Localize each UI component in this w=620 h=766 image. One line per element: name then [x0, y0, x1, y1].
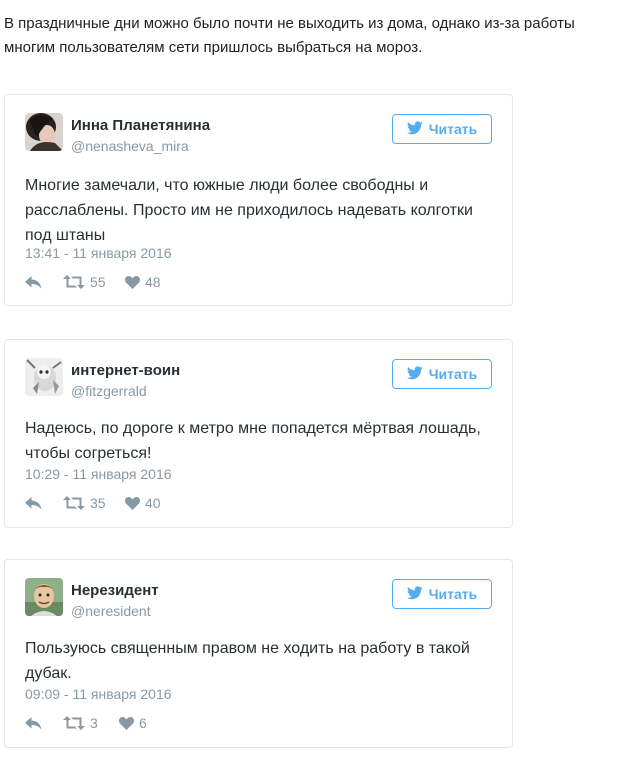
- tweet-text: Надеюсь, по дороге к метро мне попадется…: [25, 420, 481, 462]
- follow-label: Читать: [428, 366, 478, 382]
- follow-label: Читать: [428, 121, 478, 137]
- user-handle[interactable]: @neresident: [71, 603, 151, 619]
- retweet-icon: [63, 496, 85, 510]
- tweet-text: Пользуюсь священным правом не ходить на …: [25, 640, 470, 682]
- tweet-actions: 35 40: [25, 495, 161, 511]
- tweet-card: интернет-воин @fitzgerrald Читать Надеюс…: [4, 339, 513, 528]
- user-name[interactable]: Нерезидент: [71, 582, 159, 599]
- twitter-bird-icon: [406, 365, 423, 383]
- follow-label: Читать: [428, 586, 478, 602]
- follow-button[interactable]: Читать: [392, 114, 492, 144]
- reply-button[interactable]: [25, 716, 63, 730]
- like-count: 6: [139, 715, 147, 731]
- retweet-button[interactable]: 35: [63, 495, 125, 511]
- article-intro-text: В праздничные дни можно было почти не вы…: [4, 15, 575, 56]
- reply-button[interactable]: [25, 496, 63, 510]
- retweet-count: 3: [90, 715, 98, 731]
- like-button[interactable]: 6: [119, 715, 147, 731]
- tweet-timestamp[interactable]: 13:41 - 11 января 2016: [25, 245, 172, 261]
- heart-icon: [125, 496, 140, 510]
- avatar[interactable]: [25, 113, 63, 151]
- tweet-card: Инна Планетянина @nenasheva_mira Читать …: [4, 94, 513, 306]
- like-button[interactable]: 40: [125, 495, 161, 511]
- tweet-actions: 55 48: [25, 274, 161, 290]
- reply-icon: [25, 716, 42, 730]
- heart-icon: [119, 716, 134, 730]
- user-handle[interactable]: @nenasheva_mira: [71, 138, 189, 154]
- like-count: 48: [145, 274, 161, 290]
- twitter-bird-icon: [406, 585, 423, 603]
- like-button[interactable]: 48: [125, 274, 161, 290]
- follow-button[interactable]: Читать: [392, 359, 492, 389]
- follow-button[interactable]: Читать: [392, 579, 492, 609]
- avatar[interactable]: [25, 578, 63, 616]
- retweet-icon: [63, 275, 85, 289]
- avatar[interactable]: [25, 358, 63, 396]
- tweet-actions: 3 6: [25, 715, 147, 731]
- reply-icon: [25, 496, 42, 510]
- tweet-text: Многие замечали, что южные люди более св…: [25, 177, 473, 244]
- retweet-button[interactable]: 55: [63, 274, 125, 290]
- like-count: 40: [145, 495, 161, 511]
- reply-button[interactable]: [25, 275, 63, 289]
- retweet-count: 35: [90, 495, 106, 511]
- reply-icon: [25, 275, 42, 289]
- user-name[interactable]: Инна Планетянина: [71, 117, 210, 134]
- tweet-timestamp[interactable]: 10:29 - 11 января 2016: [25, 466, 172, 482]
- twitter-bird-icon: [406, 120, 423, 138]
- user-name[interactable]: интернет-воин: [71, 362, 180, 379]
- tweet-card: Нерезидент @neresident Читать Пользуюсь …: [4, 559, 513, 748]
- retweet-count: 55: [90, 274, 106, 290]
- heart-icon: [125, 275, 140, 289]
- user-handle[interactable]: @fitzgerrald: [71, 383, 147, 399]
- tweet-timestamp[interactable]: 09:09 - 11 января 2016: [25, 686, 172, 702]
- retweet-button[interactable]: 3: [63, 715, 119, 731]
- retweet-icon: [63, 716, 85, 730]
